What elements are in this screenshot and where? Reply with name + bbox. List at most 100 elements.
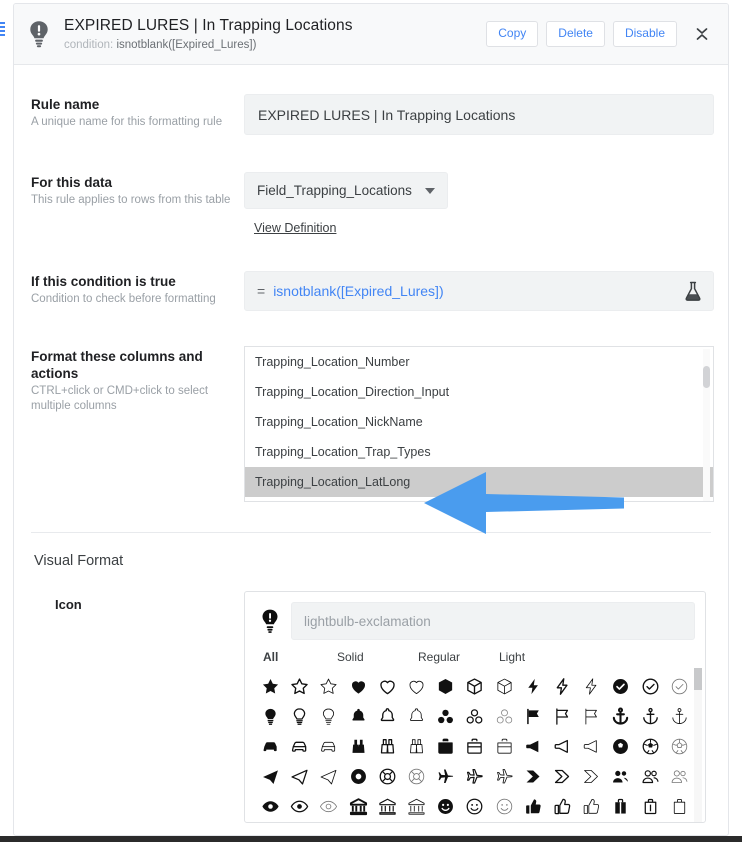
- futbol-regular-icon[interactable]: [635, 731, 664, 761]
- check-circle-solid-icon[interactable]: [606, 671, 635, 701]
- bank-solid-icon[interactable]: [344, 791, 373, 821]
- paper-plane-solid-icon[interactable]: [256, 761, 285, 791]
- paper-plane-light-icon[interactable]: [314, 761, 343, 791]
- flag-solid-icon[interactable]: [519, 701, 548, 731]
- ruler-solid-icon[interactable]: [431, 821, 460, 822]
- bolt-solid-icon[interactable]: [519, 671, 548, 701]
- bed-regular-icon[interactable]: [635, 821, 664, 822]
- bell-solid-icon[interactable]: [344, 701, 373, 731]
- star-light-icon[interactable]: [314, 671, 343, 701]
- condition-formula-input[interactable]: = isnotblank([Expired_Lures]): [244, 271, 714, 311]
- life-ring-light-icon[interactable]: [402, 761, 431, 791]
- graduation-cap-solid-icon[interactable]: [519, 821, 548, 822]
- bullhorn-light-icon[interactable]: [577, 731, 606, 761]
- flag-light-icon[interactable]: [577, 701, 606, 731]
- star-regular-icon[interactable]: [285, 671, 314, 701]
- plane-regular-icon[interactable]: [460, 761, 489, 791]
- list-item[interactable]: Trapping_Location_NickName: [245, 407, 713, 437]
- paper-plane-regular-icon[interactable]: [285, 761, 314, 791]
- lightbulb-solid-icon[interactable]: [256, 701, 285, 731]
- bolt-regular-icon[interactable]: [548, 671, 577, 701]
- tab-solid[interactable]: Solid: [337, 650, 418, 664]
- thumbs-up-regular-icon[interactable]: [548, 791, 577, 821]
- smile-light-icon[interactable]: [490, 791, 519, 821]
- users-regular-icon[interactable]: [635, 761, 664, 791]
- briefcase-regular-icon[interactable]: [460, 731, 489, 761]
- graduation-cap-light-icon[interactable]: [577, 821, 606, 822]
- bed-light-icon[interactable]: [665, 821, 694, 822]
- icon-grid-scrollbar-thumb[interactable]: [694, 668, 702, 690]
- eye-light-icon[interactable]: [314, 791, 343, 821]
- list-item[interactable]: Trapping_Location_Trap_Types: [245, 437, 713, 467]
- check-circle-regular-icon[interactable]: [635, 671, 664, 701]
- list-item[interactable]: Trapping_Location_Number: [245, 347, 713, 377]
- delete-button[interactable]: Delete: [546, 21, 605, 47]
- car-light-icon[interactable]: [314, 731, 343, 761]
- star-solid-icon[interactable]: [256, 671, 285, 701]
- icon-grid[interactable]: [245, 671, 705, 822]
- smile-solid-icon[interactable]: [431, 791, 460, 821]
- anchor-solid-icon[interactable]: [606, 701, 635, 731]
- flag-regular-icon[interactable]: [548, 701, 577, 731]
- flask-icon[interactable]: [683, 280, 703, 302]
- binoculars-light-icon[interactable]: [402, 731, 431, 761]
- briefcase-solid-icon[interactable]: [431, 731, 460, 761]
- futbol-solid-icon[interactable]: [606, 731, 635, 761]
- graduation-cap-regular-icon[interactable]: [548, 821, 577, 822]
- collapse-button[interactable]: [690, 21, 714, 47]
- icon-search-input[interactable]: lightbulb-exclamation: [291, 602, 695, 640]
- plane-solid-icon[interactable]: [431, 761, 460, 791]
- box-regular-icon[interactable]: [460, 671, 489, 701]
- atom-regular-icon[interactable]: [460, 701, 489, 731]
- bullhorn-solid-icon[interactable]: [519, 731, 548, 761]
- suitcase-regular-icon[interactable]: [635, 791, 664, 821]
- columns-list[interactable]: Trapping_Location_Number Trapping_Locati…: [244, 346, 714, 502]
- futbol-light-icon[interactable]: [665, 731, 694, 761]
- icon-grid-scrollbar-track[interactable]: [694, 668, 702, 822]
- box-solid-icon[interactable]: [431, 671, 460, 701]
- inbox-light-icon[interactable]: [402, 821, 431, 822]
- anchor-light-icon[interactable]: [665, 701, 694, 731]
- eye-regular-icon[interactable]: [285, 791, 314, 821]
- folder-light-icon[interactable]: [314, 821, 343, 822]
- life-ring-regular-icon[interactable]: [373, 761, 402, 791]
- folder-solid-icon[interactable]: [256, 821, 285, 822]
- atom-solid-icon[interactable]: [431, 701, 460, 731]
- tab-light[interactable]: Light: [499, 650, 525, 664]
- bell-light-icon[interactable]: [402, 701, 431, 731]
- plane-light-icon[interactable]: [490, 761, 519, 791]
- bank-light-icon[interactable]: [402, 791, 431, 821]
- table-select[interactable]: Field_Trapping_Locations: [244, 172, 448, 209]
- thumbs-up-light-icon[interactable]: [577, 791, 606, 821]
- atom-light-icon[interactable]: [490, 701, 519, 731]
- columns-scrollbar-thumb[interactable]: [703, 366, 710, 388]
- users-solid-icon[interactable]: [606, 761, 635, 791]
- check-circle-light-icon[interactable]: [665, 671, 694, 701]
- briefcase-light-icon[interactable]: [490, 731, 519, 761]
- suitcase-solid-icon[interactable]: [606, 791, 635, 821]
- tag-regular-icon[interactable]: [548, 761, 577, 791]
- disable-button[interactable]: Disable: [612, 21, 677, 47]
- ruler-light-icon[interactable]: [490, 821, 519, 822]
- folder-regular-icon[interactable]: [285, 821, 314, 822]
- binoculars-solid-icon[interactable]: [344, 731, 373, 761]
- heart-solid-icon[interactable]: [344, 671, 373, 701]
- inbox-solid-icon[interactable]: [344, 821, 373, 822]
- bullhorn-regular-icon[interactable]: [548, 731, 577, 761]
- bank-regular-icon[interactable]: [373, 791, 402, 821]
- ruler-regular-icon[interactable]: [460, 821, 489, 822]
- bed-solid-icon[interactable]: [606, 821, 635, 822]
- anchor-regular-icon[interactable]: [635, 701, 664, 731]
- tag-solid-icon[interactable]: [519, 761, 548, 791]
- view-definition-link[interactable]: View Definition: [254, 221, 336, 235]
- tag-light-icon[interactable]: [577, 761, 606, 791]
- car-regular-icon[interactable]: [285, 731, 314, 761]
- bell-regular-icon[interactable]: [373, 701, 402, 731]
- inbox-regular-icon[interactable]: [373, 821, 402, 822]
- heart-light-icon[interactable]: [402, 671, 431, 701]
- copy-button[interactable]: Copy: [486, 21, 539, 47]
- smile-regular-icon[interactable]: [460, 791, 489, 821]
- tab-regular[interactable]: Regular: [418, 650, 499, 664]
- binoculars-regular-icon[interactable]: [373, 731, 402, 761]
- bolt-light-icon[interactable]: [577, 671, 606, 701]
